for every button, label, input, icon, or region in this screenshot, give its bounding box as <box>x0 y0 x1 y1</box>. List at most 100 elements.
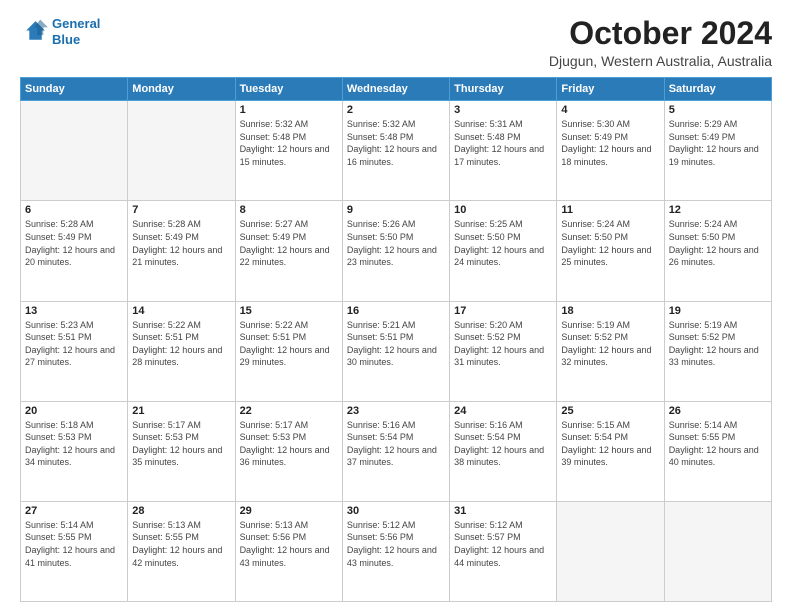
title-block: October 2024 Djugun, Western Australia, … <box>549 16 772 69</box>
day-number: 29 <box>240 505 338 517</box>
day-info: Sunrise: 5:13 AM Sunset: 5:55 PM Dayligh… <box>132 519 230 569</box>
calendar-cell: 22 Sunrise: 5:17 AM Sunset: 5:53 PM Dayli… <box>235 401 342 501</box>
day-info: Sunrise: 5:12 AM Sunset: 5:57 PM Dayligh… <box>454 519 552 569</box>
calendar-header-saturday: Saturday <box>664 78 771 101</box>
day-number: 26 <box>669 405 767 417</box>
calendar-header-friday: Friday <box>557 78 664 101</box>
calendar-cell: 15 Sunrise: 5:22 AM Sunset: 5:51 PM Dayli… <box>235 301 342 401</box>
day-number: 4 <box>561 104 659 116</box>
day-info: Sunrise: 5:22 AM Sunset: 5:51 PM Dayligh… <box>240 319 338 369</box>
day-info: Sunrise: 5:28 AM Sunset: 5:49 PM Dayligh… <box>25 218 123 268</box>
calendar-cell: 2Sunrise: 5:32 AM Sunset: 5:48 PM Daylig… <box>342 101 449 201</box>
calendar-cell: 10 Sunrise: 5:25 AM Sunset: 5:50 PM Dayli… <box>450 201 557 301</box>
calendar-cell: 1 Sunrise: 5:32 AM Sunset: 5:48 PM Daylig… <box>235 101 342 201</box>
day-number: 3 <box>454 104 552 116</box>
day-info: Sunrise: 5:21 AM Sunset: 5:51 PM Dayligh… <box>347 319 445 369</box>
day-number: 20 <box>25 405 123 417</box>
day-number: 5 <box>669 104 767 116</box>
calendar-cell: 11Sunrise: 5:24 AM Sunset: 5:50 PM Dayli… <box>557 201 664 301</box>
calendar-cell: 13 Sunrise: 5:23 AM Sunset: 5:51 PM Dayli… <box>21 301 128 401</box>
day-number: 23 <box>347 405 445 417</box>
calendar-cell: 20 Sunrise: 5:18 AM Sunset: 5:53 PM Dayli… <box>21 401 128 501</box>
day-info: Sunrise: 5:31 AM Sunset: 5:48 PM Dayligh… <box>454 118 552 168</box>
day-number: 9 <box>347 204 445 216</box>
day-info: Sunrise: 5:32 AM Sunset: 5:48 PM Dayligh… <box>240 118 338 168</box>
day-number: 15 <box>240 305 338 317</box>
day-info: Sunrise: 5:30 AM Sunset: 5:49 PM Dayligh… <box>561 118 659 168</box>
calendar-cell: 16Sunrise: 5:21 AM Sunset: 5:51 PM Dayli… <box>342 301 449 401</box>
logo-icon <box>20 18 48 46</box>
day-number: 25 <box>561 405 659 417</box>
day-number: 14 <box>132 305 230 317</box>
day-number: 2 <box>347 104 445 116</box>
calendar-week-5: 27 Sunrise: 5:14 AM Sunset: 5:55 PM Dayli… <box>21 501 772 601</box>
day-number: 8 <box>240 204 338 216</box>
logo: General Blue <box>20 16 100 47</box>
day-info: Sunrise: 5:18 AM Sunset: 5:53 PM Dayligh… <box>25 419 123 469</box>
calendar-cell: 25 Sunrise: 5:15 AM Sunset: 5:54 PM Dayli… <box>557 401 664 501</box>
calendar-cell: 30 Sunrise: 5:12 AM Sunset: 5:56 PM Dayli… <box>342 501 449 601</box>
calendar-cell: 26 Sunrise: 5:14 AM Sunset: 5:55 PM Dayli… <box>664 401 771 501</box>
day-info: Sunrise: 5:17 AM Sunset: 5:53 PM Dayligh… <box>132 419 230 469</box>
day-number: 17 <box>454 305 552 317</box>
calendar-header-tuesday: Tuesday <box>235 78 342 101</box>
calendar-cell: 29 Sunrise: 5:13 AM Sunset: 5:56 PM Dayli… <box>235 501 342 601</box>
day-number: 21 <box>132 405 230 417</box>
header: General Blue October 2024 Djugun, Wester… <box>20 16 772 69</box>
day-number: 27 <box>25 505 123 517</box>
day-number: 11 <box>561 204 659 216</box>
location: Djugun, Western Australia, Australia <box>549 53 772 69</box>
day-number: 31 <box>454 505 552 517</box>
calendar-table: SundayMondayTuesdayWednesdayThursdayFrid… <box>20 77 772 602</box>
day-number: 10 <box>454 204 552 216</box>
day-info: Sunrise: 5:19 AM Sunset: 5:52 PM Dayligh… <box>561 319 659 369</box>
logo-text: General Blue <box>52 16 100 47</box>
day-info: Sunrise: 5:22 AM Sunset: 5:51 PM Dayligh… <box>132 319 230 369</box>
day-info: Sunrise: 5:17 AM Sunset: 5:53 PM Dayligh… <box>240 419 338 469</box>
calendar-cell: 12 Sunrise: 5:24 AM Sunset: 5:50 PM Dayli… <box>664 201 771 301</box>
calendar-cell <box>21 101 128 201</box>
calendar-cell: 21 Sunrise: 5:17 AM Sunset: 5:53 PM Dayli… <box>128 401 235 501</box>
day-number: 22 <box>240 405 338 417</box>
calendar-week-4: 20 Sunrise: 5:18 AM Sunset: 5:53 PM Dayli… <box>21 401 772 501</box>
day-number: 19 <box>669 305 767 317</box>
calendar-cell <box>557 501 664 601</box>
calendar-cell: 24 Sunrise: 5:16 AM Sunset: 5:54 PM Dayli… <box>450 401 557 501</box>
calendar-cell: 28 Sunrise: 5:13 AM Sunset: 5:55 PM Dayli… <box>128 501 235 601</box>
calendar-cell: 17 Sunrise: 5:20 AM Sunset: 5:52 PM Dayli… <box>450 301 557 401</box>
day-info: Sunrise: 5:29 AM Sunset: 5:49 PM Dayligh… <box>669 118 767 168</box>
calendar-cell: 23Sunrise: 5:16 AM Sunset: 5:54 PM Dayli… <box>342 401 449 501</box>
day-info: Sunrise: 5:24 AM Sunset: 5:50 PM Dayligh… <box>669 218 767 268</box>
day-info: Sunrise: 5:16 AM Sunset: 5:54 PM Dayligh… <box>454 419 552 469</box>
calendar-header-thursday: Thursday <box>450 78 557 101</box>
day-number: 30 <box>347 505 445 517</box>
day-number: 28 <box>132 505 230 517</box>
day-info: Sunrise: 5:25 AM Sunset: 5:50 PM Dayligh… <box>454 218 552 268</box>
day-number: 6 <box>25 204 123 216</box>
calendar-cell: 4 Sunrise: 5:30 AM Sunset: 5:49 PM Daylig… <box>557 101 664 201</box>
day-number: 18 <box>561 305 659 317</box>
day-info: Sunrise: 5:14 AM Sunset: 5:55 PM Dayligh… <box>25 519 123 569</box>
day-info: Sunrise: 5:14 AM Sunset: 5:55 PM Dayligh… <box>669 419 767 469</box>
day-info: Sunrise: 5:13 AM Sunset: 5:56 PM Dayligh… <box>240 519 338 569</box>
calendar-cell: 5 Sunrise: 5:29 AM Sunset: 5:49 PM Daylig… <box>664 101 771 201</box>
day-info: Sunrise: 5:28 AM Sunset: 5:49 PM Dayligh… <box>132 218 230 268</box>
day-info: Sunrise: 5:23 AM Sunset: 5:51 PM Dayligh… <box>25 319 123 369</box>
day-number: 7 <box>132 204 230 216</box>
day-number: 13 <box>25 305 123 317</box>
day-number: 1 <box>240 104 338 116</box>
day-info: Sunrise: 5:20 AM Sunset: 5:52 PM Dayligh… <box>454 319 552 369</box>
day-info: Sunrise: 5:19 AM Sunset: 5:52 PM Dayligh… <box>669 319 767 369</box>
calendar-week-2: 6 Sunrise: 5:28 AM Sunset: 5:49 PM Daylig… <box>21 201 772 301</box>
day-info: Sunrise: 5:15 AM Sunset: 5:54 PM Dayligh… <box>561 419 659 469</box>
calendar-cell: 18 Sunrise: 5:19 AM Sunset: 5:52 PM Dayli… <box>557 301 664 401</box>
calendar-cell: 19 Sunrise: 5:19 AM Sunset: 5:52 PM Dayli… <box>664 301 771 401</box>
day-number: 24 <box>454 405 552 417</box>
calendar-week-3: 13 Sunrise: 5:23 AM Sunset: 5:51 PM Dayli… <box>21 301 772 401</box>
calendar-cell: 31 Sunrise: 5:12 AM Sunset: 5:57 PM Dayli… <box>450 501 557 601</box>
calendar-cell: 14 Sunrise: 5:22 AM Sunset: 5:51 PM Dayli… <box>128 301 235 401</box>
day-info: Sunrise: 5:12 AM Sunset: 5:56 PM Dayligh… <box>347 519 445 569</box>
calendar-cell: 8Sunrise: 5:27 AM Sunset: 5:49 PM Daylig… <box>235 201 342 301</box>
day-number: 12 <box>669 204 767 216</box>
calendar-cell: 3 Sunrise: 5:31 AM Sunset: 5:48 PM Daylig… <box>450 101 557 201</box>
